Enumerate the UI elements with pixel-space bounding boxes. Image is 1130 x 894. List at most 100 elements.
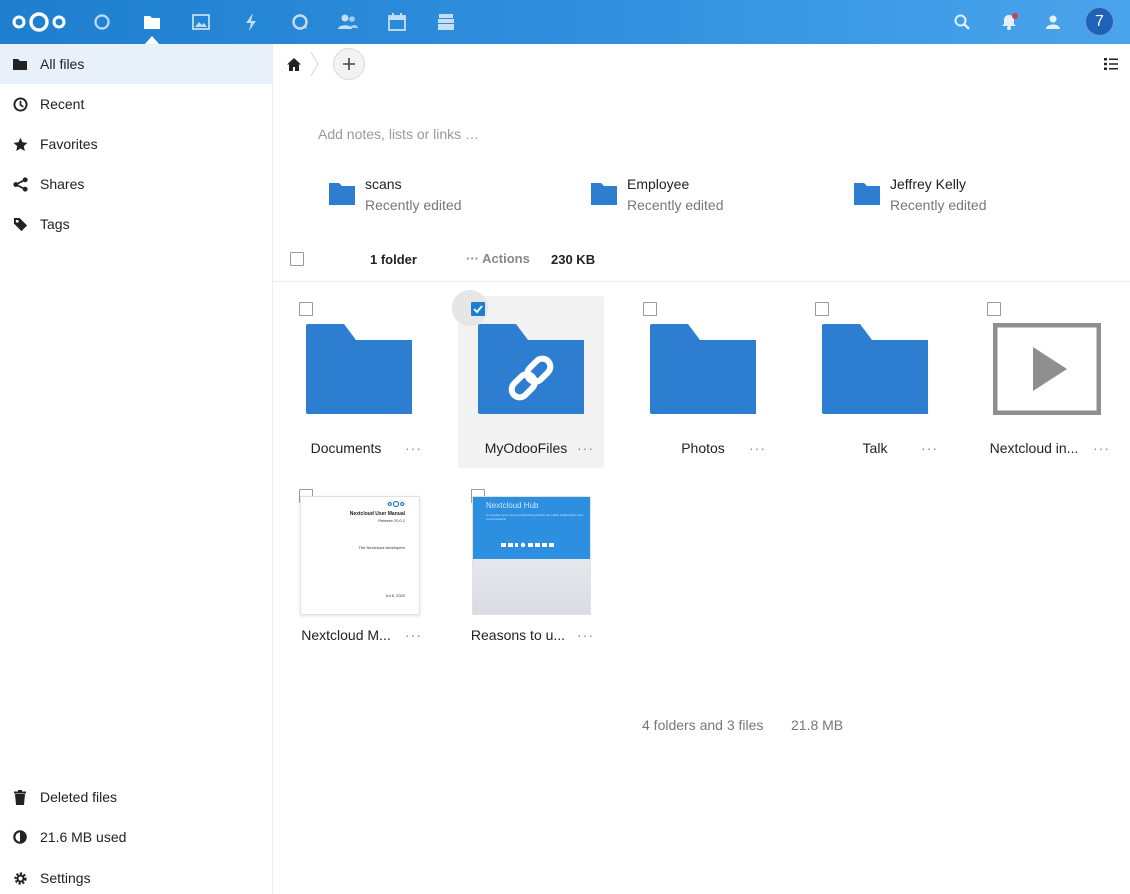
files-app-icon[interactable] xyxy=(140,10,164,34)
pdf-title: Nextcloud User Manual xyxy=(349,511,405,517)
pdf-hub-title: Nextcloud Hub xyxy=(486,501,539,510)
file-actions-menu-icon[interactable]: ··· xyxy=(1093,440,1110,456)
nav-label: Settings xyxy=(40,870,91,886)
user-avatar[interactable]: 7 xyxy=(1085,7,1114,36)
file-checkbox[interactable] xyxy=(643,302,657,316)
recent-item-status: Recently edited xyxy=(890,197,987,213)
nextcloud-logo xyxy=(387,500,405,508)
nav-label: Tags xyxy=(40,216,70,232)
pdf-preview-user-manual: Nextcloud User Manual Release 20.0.1 The… xyxy=(300,496,420,615)
rich-workspace-notes-input[interactable]: Add notes, lists or links … xyxy=(318,126,479,142)
search-icon[interactable] xyxy=(950,10,974,34)
files-summary-size: 21.8 MB xyxy=(791,717,844,733)
nav-all-files[interactable]: All files xyxy=(0,44,272,84)
selection-size: 230 KB xyxy=(551,252,596,267)
file-checkbox[interactable] xyxy=(815,302,829,316)
file-tile[interactable]: Photos ··· xyxy=(630,296,776,468)
calendar-app-icon[interactable] xyxy=(385,10,409,34)
nav-settings[interactable]: Settings xyxy=(0,858,272,894)
app-navigation: All files Recent Favorites Shares Tags D… xyxy=(0,44,273,894)
clock-icon xyxy=(0,96,40,112)
more-icon: ··· xyxy=(466,251,479,266)
active-app-indicator xyxy=(145,36,159,44)
file-actions-menu-icon[interactable]: ··· xyxy=(577,627,594,643)
folder-icon xyxy=(854,183,880,205)
notification-dot xyxy=(1012,13,1018,19)
nav-shares[interactable]: Shares xyxy=(0,164,272,204)
selection-actions-button[interactable]: ··· Actions xyxy=(466,251,530,266)
nav-label: Deleted files xyxy=(40,789,118,805)
select-all-checkbox[interactable] xyxy=(290,252,304,266)
trash-icon xyxy=(0,789,40,805)
file-tile[interactable]: Nextcloud in... ··· xyxy=(974,296,1120,468)
checkmark-icon xyxy=(473,305,483,314)
app-icons-strip xyxy=(501,542,554,548)
file-actions-menu-icon[interactable]: ··· xyxy=(921,440,938,456)
files-summary-count: 4 folders and 3 files xyxy=(642,717,764,733)
recent-item-name: Employee xyxy=(627,176,690,192)
photos-app-icon[interactable] xyxy=(189,10,213,34)
pdf-date: Jul 8, 2020 xyxy=(385,593,405,598)
selection-count: 1 folder xyxy=(370,252,417,267)
file-checkbox-checked[interactable] xyxy=(471,302,485,316)
file-actions-menu-icon[interactable]: ··· xyxy=(405,627,422,643)
file-name: Nextcloud in... xyxy=(989,440,1079,456)
folder-icon xyxy=(306,324,412,414)
top-bar: 7 xyxy=(0,0,1130,44)
recent-item-name: scans xyxy=(365,176,402,192)
deck-app-icon[interactable] xyxy=(434,10,458,34)
file-tile[interactable]: Nextcloud User Manual Release 20.0.1 The… xyxy=(286,483,432,655)
quota-icon xyxy=(0,830,40,844)
gear-icon xyxy=(0,871,40,886)
selection-bar: 1 folder ··· Actions 230 KB xyxy=(273,238,1130,282)
actions-label: Actions xyxy=(482,251,530,266)
file-checkbox[interactable] xyxy=(987,302,1001,316)
recent-item-employee[interactable]: Employee Recently edited xyxy=(591,175,791,219)
file-actions-menu-icon[interactable]: ··· xyxy=(405,440,422,456)
shared-folder-link-icon xyxy=(478,324,584,414)
file-actions-menu-icon[interactable]: ··· xyxy=(577,440,594,456)
file-name: Documents xyxy=(310,440,382,456)
breadcrumb-separator-icon xyxy=(310,51,319,77)
share-icon xyxy=(0,176,40,192)
contacts-app-icon[interactable] xyxy=(336,10,360,34)
activity-app-icon[interactable] xyxy=(239,10,263,34)
recent-item-status: Recently edited xyxy=(627,197,724,213)
notifications-bell-icon[interactable] xyxy=(997,10,1021,34)
nav-deleted-files[interactable]: Deleted files xyxy=(0,777,272,817)
tag-icon xyxy=(0,217,40,232)
contacts-menu-icon[interactable] xyxy=(1041,10,1065,34)
dashboard-app-icon[interactable] xyxy=(90,10,114,34)
recent-item-jeffrey-kelly[interactable]: Jeffrey Kelly Recently edited xyxy=(854,175,1054,219)
nav-favorites[interactable]: Favorites xyxy=(0,124,272,164)
file-tile[interactable]: Documents ··· xyxy=(286,296,432,468)
file-checkbox[interactable] xyxy=(299,302,313,316)
new-file-button[interactable] xyxy=(333,48,365,80)
nav-label: Recent xyxy=(40,96,85,112)
pdf-preview-reasons: Nextcloud Hub A complete open source pro… xyxy=(472,496,591,615)
pdf-release: Release 20.0.1 xyxy=(378,518,405,523)
plus-icon xyxy=(343,58,355,70)
nav-tags[interactable]: Tags xyxy=(0,204,272,244)
file-tile[interactable]: Talk ··· xyxy=(802,296,948,468)
folder-icon xyxy=(650,324,756,414)
nextcloud-logo[interactable] xyxy=(10,10,68,34)
list-view-toggle-icon[interactable] xyxy=(1103,56,1119,72)
video-file-icon xyxy=(993,323,1101,415)
file-name: MyOdooFiles xyxy=(484,440,568,456)
file-tile[interactable]: Nextcloud Hub A complete open source pro… xyxy=(458,483,604,655)
talk-app-icon[interactable] xyxy=(288,10,312,34)
nav-label: 21.6 MB used xyxy=(40,829,127,845)
file-tile-selected[interactable]: MyOdooFiles ··· xyxy=(452,290,604,468)
nav-label: Favorites xyxy=(40,136,98,152)
home-icon[interactable] xyxy=(285,55,303,73)
nav-label: All files xyxy=(40,56,85,72)
recent-item-scans[interactable]: scans Recently edited xyxy=(329,175,529,219)
nav-recent[interactable]: Recent xyxy=(0,84,272,124)
folder-icon xyxy=(0,58,40,70)
recent-item-name: Jeffrey Kelly xyxy=(890,176,966,192)
folder-icon xyxy=(822,324,928,414)
breadcrumb xyxy=(273,44,1130,84)
file-actions-menu-icon[interactable]: ··· xyxy=(749,440,766,456)
pdf-banner: Nextcloud Hub A complete open source pro… xyxy=(473,497,590,559)
